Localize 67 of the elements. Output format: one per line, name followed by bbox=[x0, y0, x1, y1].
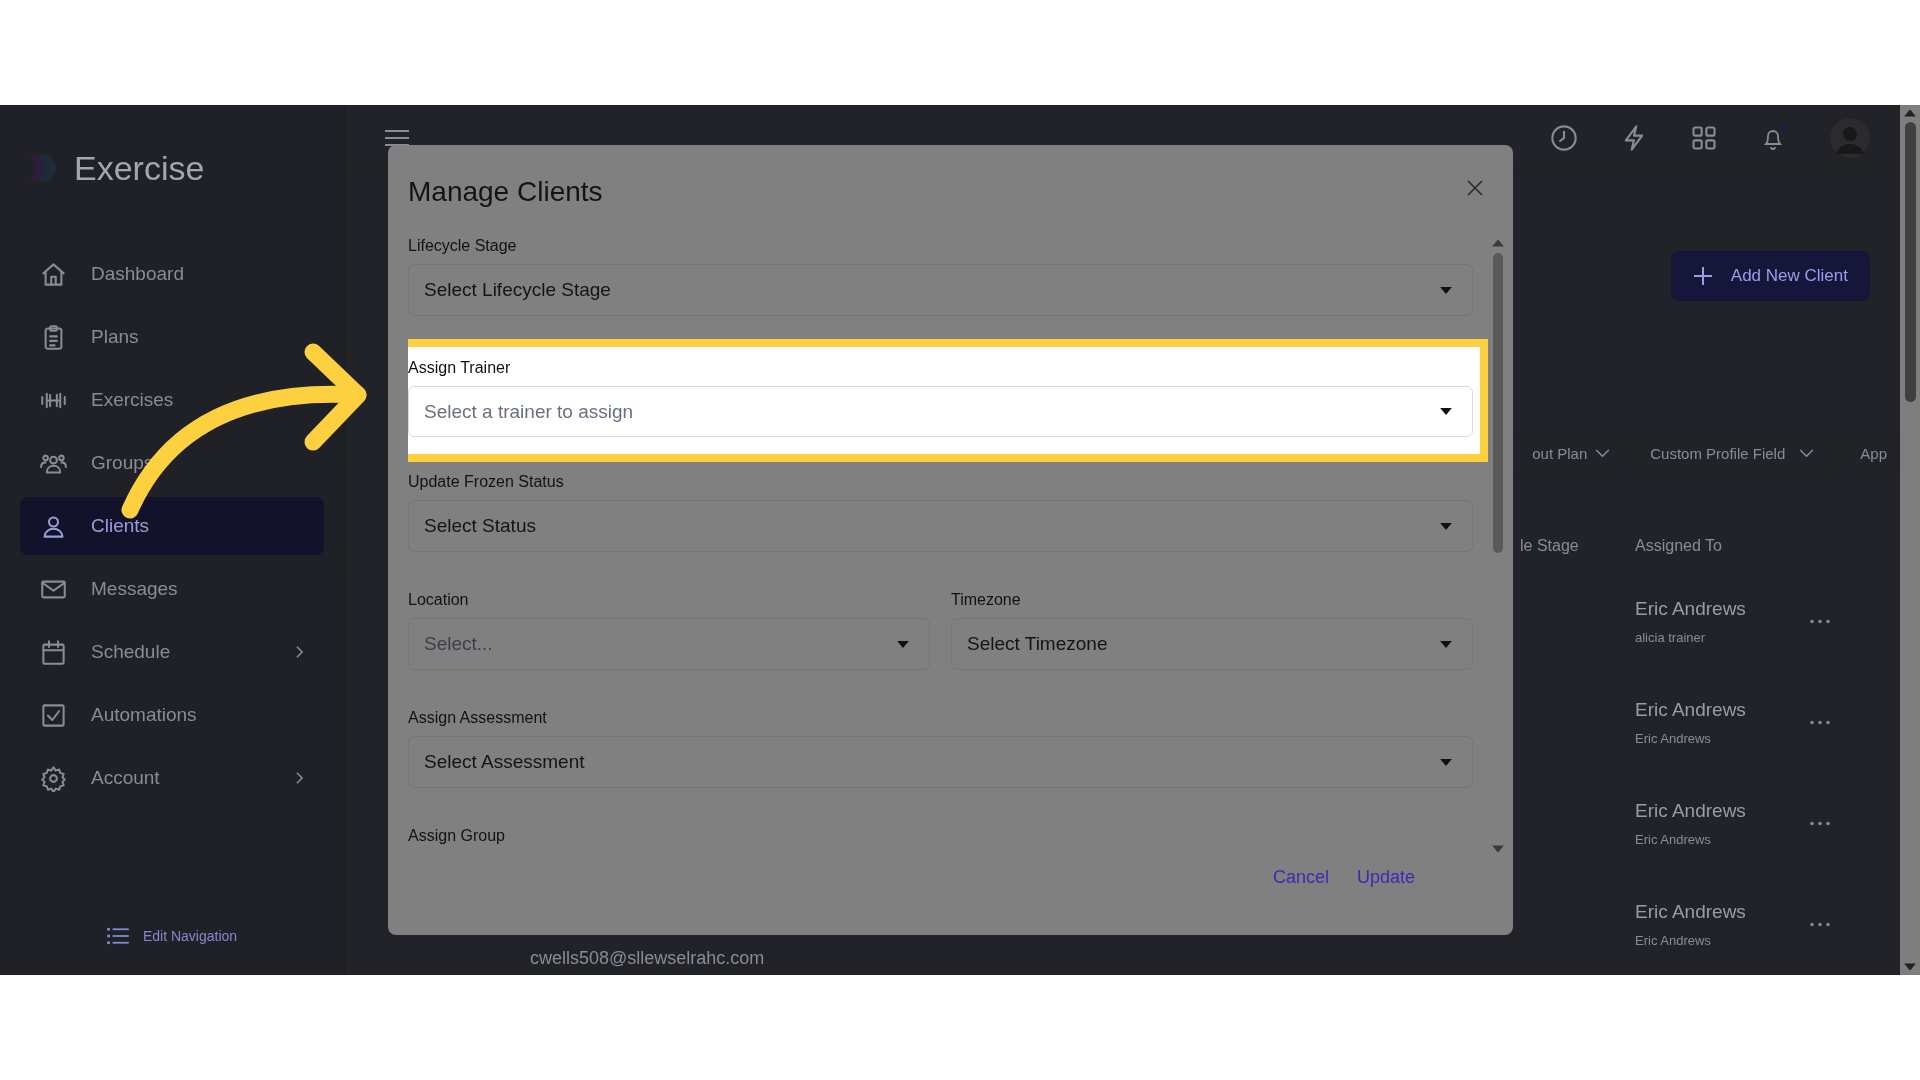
sidebar-item[interactable]: Account bbox=[20, 749, 324, 807]
caret-icon bbox=[1440, 408, 1452, 415]
assigned-by: Eric Andrews bbox=[1635, 933, 1712, 948]
client-email: cwells508@sllewselrahc.com bbox=[530, 948, 765, 968]
select-field[interactable]: Select Status bbox=[408, 500, 1473, 552]
more-options-icon[interactable] bbox=[1810, 619, 1830, 624]
scroll-thumb[interactable] bbox=[1904, 122, 1916, 402]
more-options-icon[interactable] bbox=[1810, 720, 1830, 725]
close-icon[interactable] bbox=[1467, 180, 1483, 196]
dialog-title: Manage Clients bbox=[408, 175, 603, 208]
menu-icon[interactable] bbox=[385, 129, 409, 147]
app-logo: Exercise bbox=[74, 148, 205, 188]
field-label: Timezone bbox=[951, 591, 1022, 609]
list-icon bbox=[106, 927, 129, 945]
select-field[interactable]: Select a trainer to assign bbox=[408, 386, 1473, 437]
scroll-up-icon[interactable] bbox=[1904, 109, 1916, 117]
trainer-name: Eric Andrews bbox=[1635, 598, 1747, 620]
plus-icon bbox=[1692, 266, 1713, 286]
trainer-name: Eric Andrews bbox=[1635, 901, 1747, 923]
clock-icon[interactable] bbox=[1550, 124, 1578, 152]
sidebar-item[interactable]: Dashboard bbox=[20, 245, 324, 303]
more-options-icon[interactable] bbox=[1810, 821, 1830, 826]
scroll-thumb[interactable] bbox=[1493, 253, 1503, 553]
sidebar-item[interactable]: Automations bbox=[20, 686, 324, 744]
edit-navigation-link[interactable]: Edit Navigation bbox=[106, 927, 238, 945]
sidebar-item[interactable]: Clients bbox=[20, 497, 324, 555]
chevron-down-icon bbox=[1799, 448, 1815, 458]
sidebar-item[interactable]: Schedule bbox=[20, 623, 324, 681]
select-field[interactable]: Select Timezone bbox=[951, 618, 1473, 670]
update-button[interactable]: Update bbox=[1356, 867, 1415, 888]
calendar-icon bbox=[40, 638, 67, 666]
scroll-up-icon[interactable] bbox=[1492, 239, 1504, 247]
assigned-by: Eric Andrews bbox=[1635, 832, 1712, 847]
scroll-down-icon[interactable] bbox=[1904, 963, 1916, 971]
sidebar-item[interactable]: Plans bbox=[20, 308, 324, 366]
page-scrollbar[interactable] bbox=[1900, 105, 1920, 975]
column-header: Assigned To bbox=[1635, 537, 1723, 555]
gear-icon bbox=[40, 764, 67, 792]
caret-icon bbox=[897, 640, 909, 648]
sidebar-item[interactable]: Messages bbox=[20, 560, 324, 618]
sidebar-item[interactable]: Exercises bbox=[20, 371, 324, 429]
trainer-name: Eric Andrews bbox=[1635, 699, 1747, 721]
assigned-by: alicia trainer bbox=[1635, 630, 1707, 645]
select-field[interactable]: Select Assessment bbox=[408, 736, 1473, 788]
column-header: le Stage bbox=[1520, 537, 1580, 555]
scroll-down-icon[interactable] bbox=[1492, 845, 1504, 853]
chevron-down-icon bbox=[1595, 448, 1611, 458]
home-icon bbox=[40, 260, 67, 288]
cancel-button[interactable]: Cancel bbox=[1272, 867, 1329, 888]
caret-icon bbox=[1440, 286, 1452, 294]
trainer-name: Eric Andrews bbox=[1635, 800, 1747, 822]
assigned-by: Eric Andrews bbox=[1635, 731, 1712, 746]
more-options-icon[interactable] bbox=[1810, 922, 1830, 927]
select-field[interactable]: Select Lifecycle Stage bbox=[408, 264, 1473, 316]
caret-icon bbox=[1440, 522, 1452, 530]
field-label: Assign Group bbox=[408, 827, 506, 845]
caret-icon bbox=[1440, 640, 1452, 648]
grid-icon[interactable] bbox=[1690, 124, 1718, 152]
select-field[interactable]: Select... bbox=[408, 618, 930, 670]
field-label: Update Frozen Status bbox=[408, 473, 565, 491]
checkbox-icon bbox=[40, 701, 67, 729]
caret-icon bbox=[1440, 758, 1452, 766]
field-label: Location bbox=[408, 591, 470, 609]
field-label: Assign Assessment bbox=[408, 709, 548, 727]
add-new-client-button[interactable]: Add New Client bbox=[1670, 251, 1870, 301]
field-label: Lifecycle Stage bbox=[408, 237, 518, 255]
field-label: Assign Trainer bbox=[408, 359, 512, 377]
